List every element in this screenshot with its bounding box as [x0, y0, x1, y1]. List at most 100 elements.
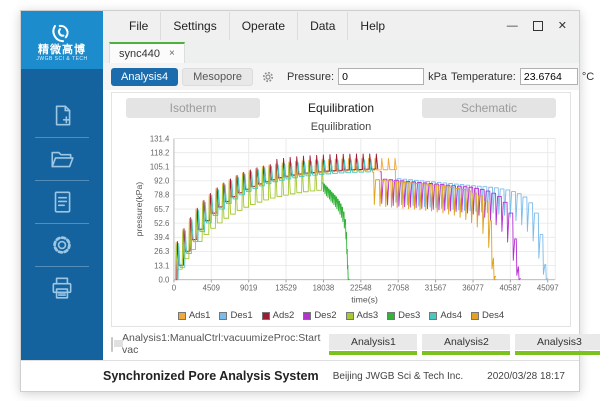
printer-icon [49, 275, 75, 301]
footer-statusbar: Synchronized Pore Analysis System Beijin… [21, 360, 579, 391]
menu-data[interactable]: Data [298, 12, 348, 40]
logo-title: 精微高博 [38, 45, 86, 56]
chart-title: Equilibration [112, 121, 570, 133]
pressure-label: Pressure: [287, 71, 334, 83]
svg-text:40587: 40587 [500, 284, 522, 293]
tab-isotherm[interactable]: Isotherm [126, 98, 260, 118]
menu-file[interactable]: File [117, 12, 161, 40]
app-logo: 精微高博 JWGB SCI & TECH [21, 11, 103, 69]
analysis4-button[interactable]: Analysis4 [111, 68, 178, 86]
pressure-unit: kPa [428, 71, 447, 83]
temperature-unit: °C [582, 71, 594, 83]
svg-text:78.8: 78.8 [154, 191, 169, 200]
toolbar-gear-button[interactable] [261, 70, 275, 84]
svg-text:22548: 22548 [350, 284, 372, 293]
minimize-button[interactable]: — [507, 21, 518, 32]
analysis-progress-bar [515, 351, 600, 355]
legend-item-des4: Des4 [471, 310, 504, 321]
maximize-button[interactable] [533, 21, 543, 31]
temperature-input[interactable] [520, 68, 578, 85]
analysis2-progress-button[interactable]: Analysis2 [422, 334, 510, 355]
svg-text:13529: 13529 [275, 284, 297, 293]
legend-item-ads1: Ads1 [178, 310, 211, 321]
legend-item-des3: Des3 [387, 310, 420, 321]
menu-help[interactable]: Help [348, 12, 397, 40]
sidebar-open-file-button[interactable] [21, 138, 103, 180]
logo-swirl-icon [49, 20, 75, 44]
legend-swatch [303, 312, 311, 320]
legend-label: Ads2 [273, 310, 295, 321]
svg-text:9019: 9019 [240, 284, 257, 293]
chart-legend: Ads1 Des1 Ads2 Des2 Ads3 Des3 Ads4 Des4 [112, 310, 570, 321]
legend-swatch [429, 312, 437, 320]
svg-text:92.0: 92.0 [154, 177, 170, 186]
sidebar-settings-button[interactable] [21, 224, 103, 266]
tab-sync440[interactable]: sync440 × [109, 42, 185, 63]
legend-swatch [346, 312, 354, 320]
sidebar-print-button[interactable] [21, 267, 103, 309]
svg-text:52.6: 52.6 [154, 219, 169, 228]
legend-label: Des1 [230, 310, 252, 321]
legend-label: Des4 [482, 310, 504, 321]
svg-text:131.4: 131.4 [150, 134, 170, 143]
sidebar-report-button[interactable] [21, 181, 103, 223]
legend-swatch [387, 312, 395, 320]
log-toggle[interactable] [111, 337, 113, 352]
svg-text:0.0: 0.0 [159, 275, 170, 284]
tab-label: sync440 [119, 48, 160, 60]
view-subtabs: Isotherm Equilibration Schematic [112, 93, 570, 120]
legend-item-des2: Des2 [303, 310, 336, 321]
legend-swatch [219, 312, 227, 320]
close-tab-icon[interactable]: × [169, 49, 175, 59]
svg-text:0: 0 [172, 284, 177, 293]
analysis-progress-group: Analysis1Analysis2Analysis3Analysis4 [329, 334, 600, 355]
legend-label: Ads3 [357, 310, 379, 321]
logo-subtitle: JWGB SCI & TECH [36, 56, 87, 63]
svg-text:26.3: 26.3 [154, 247, 169, 256]
sidebar-nav [21, 69, 103, 309]
settings-gear-icon [49, 232, 75, 258]
titlebar[interactable]: File Settings Operate Data Help — ✕ [103, 11, 579, 41]
svg-text:118.2: 118.2 [150, 148, 169, 157]
analysis-button-label: Analysis3 [515, 334, 600, 350]
pressure-input[interactable] [338, 68, 424, 85]
sidebar: 精微高博 JWGB SCI & TECH [21, 11, 103, 360]
company-name: Beijing JWGB Sci & Tech Inc. [333, 371, 463, 382]
legend-item-ads2: Ads2 [262, 310, 295, 321]
analysis-progress-bar [329, 351, 417, 355]
legend-item-ads4: Ads4 [429, 310, 462, 321]
legend-item-ads3: Ads3 [346, 310, 379, 321]
svg-text:pressure(kPa): pressure(kPa) [134, 182, 144, 237]
legend-label: Des2 [314, 310, 336, 321]
sidebar-new-file-button[interactable] [21, 95, 103, 137]
mesopore-button[interactable]: Mesopore [182, 68, 253, 86]
close-button[interactable]: ✕ [558, 21, 567, 32]
svg-text:13.1: 13.1 [154, 261, 169, 270]
status-message: Analysis1:ManualCtrl:vacuumizeProc:Start… [122, 332, 320, 356]
app-name: Synchronized Pore Analysis System [103, 369, 319, 383]
svg-text:18038: 18038 [313, 284, 335, 293]
analysis-button-label: Analysis2 [422, 334, 510, 350]
svg-text:65.7: 65.7 [154, 205, 169, 214]
tab-equilibration[interactable]: Equilibration [274, 98, 408, 118]
equilibration-chart: 0.013.126.339.452.665.778.892.0105.1118.… [112, 133, 586, 309]
gear-icon [261, 70, 275, 84]
document-tabbar: sync440 × [103, 41, 579, 63]
tab-schematic[interactable]: Schematic [422, 98, 556, 118]
legend-item-des1: Des1 [219, 310, 252, 321]
analysis3-progress-button[interactable]: Analysis3 [515, 334, 600, 355]
menu-operate[interactable]: Operate [230, 12, 298, 40]
legend-label: Des3 [398, 310, 420, 321]
svg-text:31567: 31567 [425, 284, 447, 293]
status-row: Analysis1:ManualCtrl:vacuumizeProc:Start… [111, 332, 571, 356]
toolbar: Analysis4 Mesopore Pressure: kPa Tempera… [103, 63, 579, 90]
legend-swatch [262, 312, 270, 320]
report-icon [49, 189, 75, 215]
analysis-progress-bar [422, 351, 510, 355]
legend-label: Ads4 [440, 310, 462, 321]
svg-text:105.1: 105.1 [150, 162, 169, 171]
menu-settings[interactable]: Settings [161, 12, 229, 40]
legend-swatch [178, 312, 186, 320]
datetime: 2020/03/28 18:17 [487, 371, 565, 382]
analysis1-progress-button[interactable]: Analysis1 [329, 334, 417, 355]
